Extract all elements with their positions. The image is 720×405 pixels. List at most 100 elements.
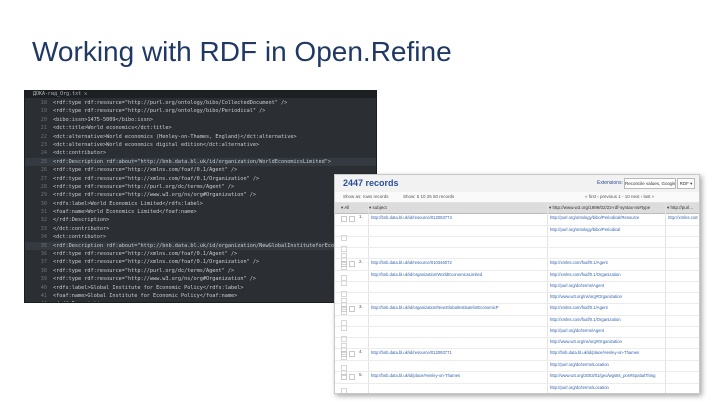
- pager[interactable]: « first ‹ previous 1 - 10 next › last »: [585, 192, 654, 202]
- column-header-row: ▾ All ▾ subject ▾ http://www.w3.org/1999…: [335, 203, 699, 214]
- column-header-subject[interactable]: ▾ subject: [369, 203, 539, 213]
- page-size-selector[interactable]: Show: 5 10 25 50 records: [403, 192, 454, 202]
- type-cell[interactable]: http://purl.org/dc/terms/Location: [550, 385, 663, 390]
- line-number: 41: [40, 292, 47, 299]
- type-cell[interactable]: http://purl.org/dc/terms/Agent: [550, 328, 663, 333]
- type-cell[interactable]: http://xmlns.com/foaf/0.1/Agent: [550, 260, 663, 265]
- flag-toggle-icon[interactable]: [349, 351, 355, 357]
- type-cell[interactable]: http://www.w3.org/2003/01/geo/wgs84_pos#…: [550, 373, 663, 378]
- flag-toggle-icon[interactable]: [349, 374, 355, 380]
- line-number: 31: [40, 209, 47, 216]
- row-controls: [341, 386, 355, 390]
- table-row: 4. http://bnb.data.bl.uk/id/resource/0120…: [335, 349, 699, 361]
- code-text: <rdf:type rdf:resource="http://xmlns.com…: [53, 175, 260, 182]
- editor-tab[interactable]: ДОКА-гид_Org.txt ✕: [25, 91, 376, 98]
- code-line: 40 <rdfs:label>Global Institute for Econo…: [25, 284, 376, 292]
- subject-cell[interactable]: http://bnb.data.bl.uk/id/organization/Ne…: [371, 305, 543, 310]
- subject-cell[interactable]: http://bnb.data.bl.uk/id/place/Henley-on…: [371, 373, 543, 378]
- code-line: 33 </dct:contributor>: [25, 225, 376, 233]
- star-toggle-icon[interactable]: [341, 306, 347, 312]
- code-line: 29 <rdf:type rdf:resource="http://www.w3.…: [25, 191, 376, 199]
- star-toggle-icon[interactable]: [341, 351, 347, 357]
- row-number: 3.: [359, 304, 363, 309]
- column-header-type[interactable]: ▾ http://www.w3.org/1999/02/22-rdf-synta…: [549, 203, 667, 213]
- line-number: 26: [40, 167, 47, 174]
- code-line: 20 <bibo:issn>1475-5009</bibo:issn>: [25, 116, 376, 124]
- type-cell[interactable]: http://purl.org/ontology/bibo/Periodical: [550, 227, 663, 232]
- star-toggle-icon[interactable]: [341, 393, 347, 394]
- code-text: <dct:alternative>World economics (Henley…: [53, 133, 297, 140]
- star-toggle-icon[interactable]: [341, 216, 347, 222]
- code-text: <bibo:issn>1475-5009</bibo:issn>: [53, 116, 153, 123]
- subject-cell[interactable]: http://bnb.data.bl.uk/id/resource/010346…: [371, 260, 543, 265]
- table-row: http://purl.org/dc/terms/Agent: [335, 327, 699, 360]
- code-text: <rdfs:label>Global Institute for Economi…: [53, 284, 244, 291]
- extensions-label: Extensions:: [597, 180, 623, 186]
- line-number: 38: [40, 267, 47, 274]
- column-header-extra[interactable]: ▾ http://purl...: [667, 203, 699, 213]
- type-cell[interactable]: http://bnb.data.bl.uk/id/place/Henley-on…: [550, 350, 663, 355]
- extensions-dropdown[interactable]: Reconcile values, Google Refine ▾: [624, 178, 676, 189]
- subject-cell[interactable]: http://bnb.data.bl.uk/id/organization/Wo…: [371, 272, 543, 277]
- line-number: 24: [40, 150, 47, 157]
- subject-cell[interactable]: http://bnb.data.bl.uk/id/resource/012093…: [371, 215, 543, 220]
- row-controls: [341, 228, 355, 259]
- code-line: 32 </rdf:Description>: [25, 216, 376, 224]
- rdf-dropdown[interactable]: RDF ▾: [677, 178, 695, 189]
- records-count: 2447 records: [343, 178, 399, 188]
- table-row: http://purl.org/dc/terms/Agent: [335, 282, 699, 315]
- table-row: 2. http://bnb.data.bl.uk/id/resource/0103…: [335, 259, 699, 271]
- row-controls: [341, 284, 355, 315]
- subject-cell[interactable]: http://bnb.data.bl.uk/id/resource/012093…: [371, 350, 543, 355]
- type-cell[interactable]: http://xmlns.com/foaf/0.1/Organization: [550, 317, 663, 322]
- line-number: 42: [25, 300, 53, 302]
- type-cell[interactable]: http://www.w3.org/ns/org#Organization: [550, 294, 663, 299]
- line-number: 29: [40, 192, 47, 199]
- type-cell[interactable]: http://xmlns.com/foaf/0.1/Agent: [550, 305, 663, 310]
- code-text: <rdf:type rdf:resource="http://purl.org/…: [53, 108, 266, 115]
- row-controls: [341, 273, 355, 304]
- column-header-all[interactable]: ▾ All: [341, 203, 363, 213]
- table-row: [335, 237, 699, 270]
- line-number: 18: [40, 100, 47, 106]
- table-row: http://purl.org/dc/terms/Location: [335, 384, 699, 393]
- star-toggle-icon[interactable]: [341, 261, 347, 267]
- code-text: <rdf:type rdf:resource="http://purl.org/…: [53, 183, 235, 190]
- code-line: 31 <foaf:name>World Economics Limited</fo…: [25, 208, 376, 216]
- line-number: 39: [40, 276, 47, 283]
- flag-toggle-icon[interactable]: [349, 261, 355, 267]
- code-line: 37 <rdf:type rdf:resource="http://xmlns.c…: [25, 258, 376, 266]
- line-number: 23: [40, 141, 47, 148]
- code-area: 18 <rdf:type rdf:resource="http://purl.or…: [25, 98, 376, 302]
- type-cell[interactable]: http://xmlns.com/foaf/0.1/Organization: [550, 272, 663, 277]
- table-row: http://purl.org/ontology/bibo/Periodical: [335, 226, 699, 259]
- code-text: <rdf:type rdf:resource="http://xmlns.com…: [53, 167, 238, 174]
- row-controls: [341, 363, 355, 393]
- type-cell[interactable]: http://purl.org/dc/terms/Location: [550, 362, 663, 367]
- line-number: 36: [40, 251, 47, 258]
- code-line: 38 <rdf:type rdf:resource="http://purl.or…: [25, 267, 376, 275]
- row-number: 4.: [359, 349, 363, 354]
- line-number: 25: [40, 158, 47, 165]
- code-text: <rdf:type rdf:resource="http://purl.org/…: [53, 100, 288, 106]
- star-toggle-icon[interactable]: [341, 374, 347, 380]
- flag-toggle-icon[interactable]: [349, 306, 355, 312]
- code-text: <rdf:type rdf:resource="http://purl.org/…: [53, 267, 235, 274]
- code-line: 41 <foaf:name>Global Institute for Econom…: [25, 292, 376, 300]
- code-line: 22 <dct:alternative>World economics (Henl…: [25, 133, 376, 141]
- flag-toggle-icon[interactable]: [349, 216, 355, 222]
- openrefine-header: 2447 records Extensions: Reconcile value…: [335, 175, 699, 193]
- extra-cell[interactable]: http://xmlns.com/foaf/0.1/: [668, 215, 698, 220]
- type-cell[interactable]: http://purl.org/dc/terms/Agent: [550, 283, 663, 288]
- view-bar: Show as: rows records Show: 5 10 25 50 r…: [335, 192, 699, 203]
- table-row: http://xmlns.com/foaf/0.1/Organization: [335, 316, 699, 349]
- show-as-toggle[interactable]: Show as: rows records: [343, 192, 389, 202]
- code-line: 24 <dct:contributor>: [25, 149, 376, 157]
- type-cell[interactable]: http://purl.org/ontology/bibo/Periodical…: [550, 215, 663, 220]
- line-number: 30: [40, 200, 47, 207]
- code-line: 34 <dct:contributor>: [25, 233, 376, 241]
- code-line: 19 <rdf:type rdf:resource="http://purl.or…: [25, 107, 376, 115]
- type-cell[interactable]: http://www.w3.org/ns/org#Organization: [550, 339, 663, 344]
- code-line: 28 <rdf:type rdf:resource="http://purl.or…: [25, 183, 376, 191]
- code-text: </rdf:Description>: [53, 300, 109, 302]
